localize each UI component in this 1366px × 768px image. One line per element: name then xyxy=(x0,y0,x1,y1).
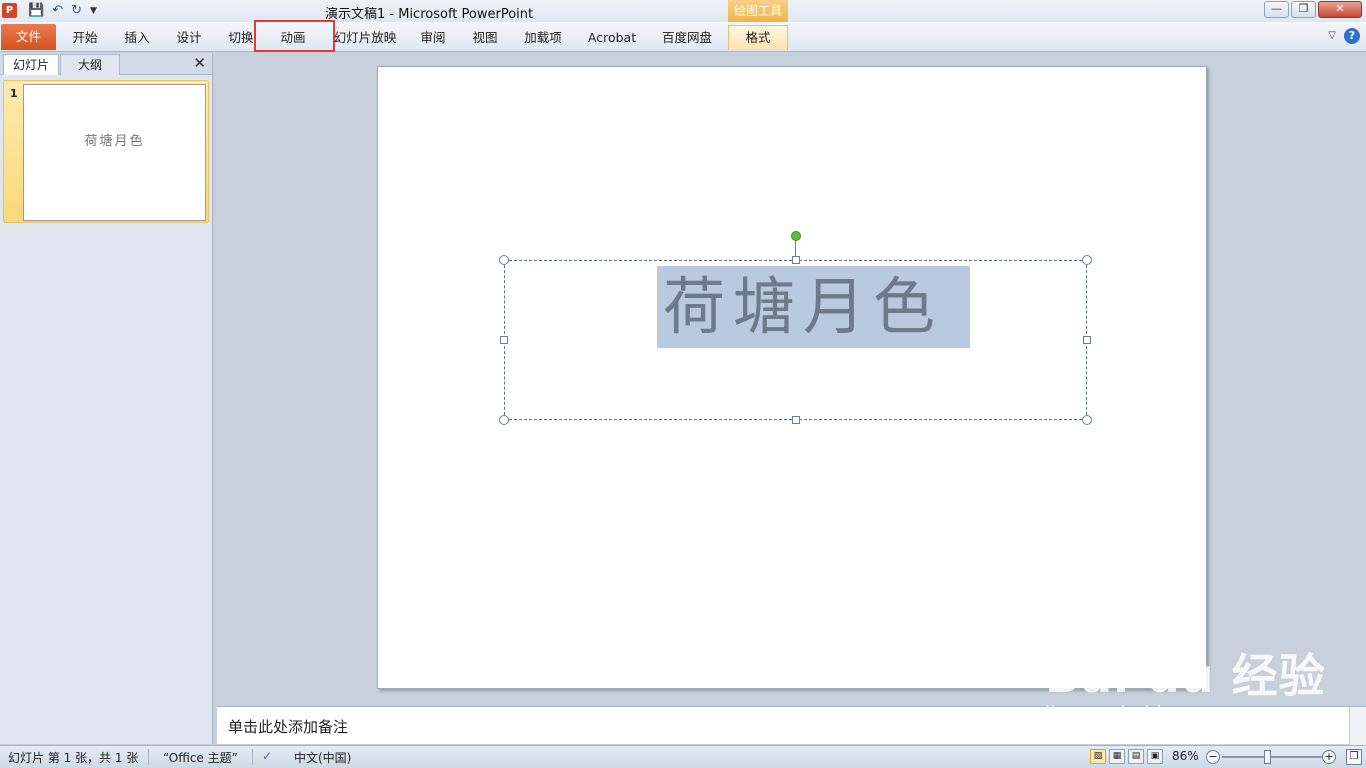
baidu-watermark: Bai du 经验 jingyan.baidu.com xyxy=(1045,640,1326,724)
slide-number: 1 xyxy=(10,87,18,100)
status-bar: 幻灯片 第 1 张，共 1 张 “Office 主题” ✓ 中文(中国) ▧ ▦… xyxy=(0,745,1366,768)
zoom-level[interactable]: 86% xyxy=(1172,749,1199,763)
tab-outline[interactable]: 大纲 xyxy=(60,54,120,75)
zoom-slider[interactable] xyxy=(1222,750,1322,764)
title-textbox[interactable]: 荷塘月色 xyxy=(499,231,1092,425)
slide-thumbnail-1[interactable]: 1 荷塘月色 xyxy=(3,80,209,223)
quick-access-toolbar: 💾 ↶ ↻ ▼ xyxy=(28,3,97,19)
fit-to-window-icon[interactable]: ❒ xyxy=(1346,749,1362,765)
status-divider xyxy=(252,749,253,765)
slides-panel: 幻灯片 大纲 ✕ 1 荷塘月色 xyxy=(0,53,213,744)
zoom-out-icon[interactable]: − xyxy=(1206,750,1220,764)
tab-slides[interactable]: 幻灯片 xyxy=(3,54,59,75)
resize-handle-bottom[interactable] xyxy=(792,416,800,424)
undo-icon[interactable]: ↶ xyxy=(52,3,63,19)
restore-icon[interactable]: ❐ xyxy=(1291,1,1316,18)
reading-view-icon[interactable]: ▤ xyxy=(1128,749,1144,764)
slide-editing-area: 荷塘月色 xyxy=(217,53,1366,703)
language-status[interactable]: 中文(中国) xyxy=(294,749,351,766)
normal-view-icon[interactable]: ▧ xyxy=(1090,749,1106,764)
slideshow-icon[interactable]: ▣ xyxy=(1147,749,1163,764)
resize-handle-bottom-right[interactable] xyxy=(1082,415,1092,425)
minimize-ribbon-icon[interactable]: ▽ xyxy=(1328,28,1336,44)
window-title: 演示文稿1 - Microsoft PowerPoint xyxy=(325,7,534,22)
title-bar: P 💾 ↶ ↻ ▼ 演示文稿1 - Microsoft PowerPoint 绘… xyxy=(0,0,1366,22)
theme-status[interactable]: “Office 主题” xyxy=(163,749,238,766)
powerpoint-app-icon[interactable]: P xyxy=(2,3,17,18)
tab-slide-show[interactable]: 幻灯片放映 xyxy=(330,27,400,49)
slide-thumbnail-image[interactable]: 荷塘月色 xyxy=(23,84,206,221)
tab-add-ins[interactable]: 加载项 xyxy=(518,27,568,49)
tab-file[interactable]: 文件 xyxy=(1,24,56,50)
close-icon[interactable]: ✕ xyxy=(1318,1,1362,18)
tab-home[interactable]: 开始 xyxy=(64,27,106,49)
panel-tabs: 幻灯片 大纲 ✕ xyxy=(0,53,212,75)
resize-handle-top-left[interactable] xyxy=(499,255,509,265)
resize-handle-top[interactable] xyxy=(792,256,800,264)
help-icon[interactable]: ? xyxy=(1344,28,1360,44)
tab-design[interactable]: 设计 xyxy=(168,27,210,49)
tab-review[interactable]: 审阅 xyxy=(412,27,454,49)
status-divider xyxy=(148,749,149,765)
tab-baidu-netdisk[interactable]: 百度网盘 xyxy=(656,27,718,49)
watermark-logo: Bai du 经验 xyxy=(1045,649,1326,703)
ribbon-right-controls: ▽ ? xyxy=(1328,28,1360,44)
redo-icon[interactable]: ↻ xyxy=(71,3,82,19)
drawing-tools-label: 绘图工具 xyxy=(728,0,788,22)
zoom-in-icon[interactable]: + xyxy=(1322,750,1336,764)
resize-handle-left[interactable] xyxy=(500,336,508,344)
tab-view[interactable]: 视图 xyxy=(464,27,506,49)
view-buttons: ▧ ▦ ▤ ▣ xyxy=(1090,749,1163,764)
ribbon-tab-bar: 文件 开始 插入 设计 切换 动画 幻灯片放映 审阅 视图 加载项 Acroba… xyxy=(0,22,1366,52)
resize-handle-top-right[interactable] xyxy=(1082,255,1092,265)
resize-handle-bottom-left[interactable] xyxy=(499,415,509,425)
rotate-handle[interactable] xyxy=(791,231,801,241)
resize-handle-right[interactable] xyxy=(1083,336,1091,344)
save-icon[interactable]: 💾 xyxy=(28,3,44,19)
notes-placeholder[interactable]: 单击此处添加备注 xyxy=(228,716,348,737)
thumbnail-text: 荷塘月色 xyxy=(84,134,145,149)
customize-icon[interactable]: ▼ xyxy=(90,3,97,19)
notes-scrollbar[interactable] xyxy=(1349,707,1366,745)
animations-highlight-box xyxy=(254,20,335,52)
slide-canvas[interactable]: 荷塘月色 xyxy=(377,66,1207,689)
zoom-slider-knob[interactable] xyxy=(1264,750,1271,764)
slide-count-status: 幻灯片 第 1 张，共 1 张 xyxy=(8,751,139,765)
slide-sorter-icon[interactable]: ▦ xyxy=(1109,749,1125,764)
window-controls: — ❐ ✕ xyxy=(1264,1,1362,18)
tab-insert[interactable]: 插入 xyxy=(116,27,158,49)
minimize-icon[interactable]: — xyxy=(1264,1,1289,18)
spellcheck-icon[interactable]: ✓ xyxy=(262,749,272,763)
close-icon[interactable]: ✕ xyxy=(193,54,206,72)
tab-format[interactable]: 格式 xyxy=(728,25,788,50)
tab-acrobat[interactable]: Acrobat xyxy=(584,27,640,49)
slide-title-text[interactable]: 荷塘月色 xyxy=(657,266,970,348)
watermark-url: jingyan.baidu.com xyxy=(1045,702,1221,724)
